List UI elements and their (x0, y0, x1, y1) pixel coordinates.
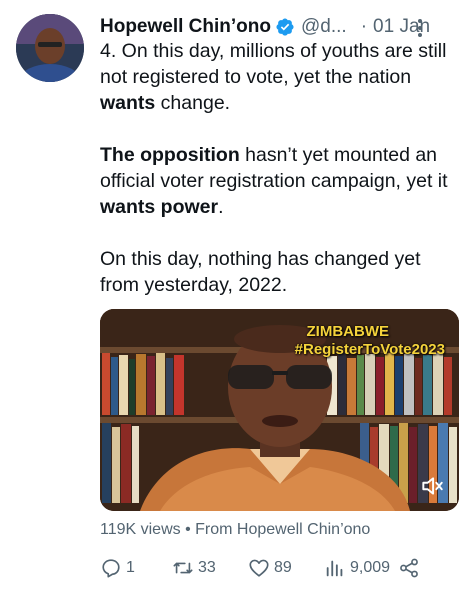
text-run: change. (155, 92, 231, 114)
retweet-icon (173, 562, 193, 574)
avatar[interactable] (16, 14, 84, 82)
tweet-text: 4. On this day, millions of youths are s… (100, 38, 460, 324)
tweet-header: Hopewell Chin’ono @d... · 01 Jan (100, 14, 430, 40)
retweet-button[interactable]: 33 (172, 554, 216, 582)
bold-text: The opposition (100, 144, 240, 166)
text-run: 4. On this day, millions of youths are s… (100, 40, 447, 88)
view-count: 9,009 (350, 559, 391, 576)
author-handle[interactable]: @d... (301, 16, 347, 38)
text-run: . (218, 196, 224, 218)
bold-text: wants power (100, 196, 219, 218)
reply-icon (102, 559, 120, 578)
author-name[interactable]: Hopewell Chin’ono (100, 16, 271, 38)
tweet[interactable]: Hopewell Chin’ono @d... · 01 Jan 4. On t… (0, 0, 474, 589)
like-button[interactable]: 89 (248, 554, 292, 582)
tweet-video[interactable]: ZIMBABWE #RegisterToVote2023 (100, 309, 459, 511)
share-button[interactable] (398, 554, 420, 582)
separator-dot: · (360, 16, 368, 37)
reply-count: 1 (126, 559, 135, 576)
tweet-paragraph: 4. On this day, millions of youths are s… (100, 38, 460, 116)
share-icon (400, 558, 418, 578)
more-options-icon[interactable] (408, 16, 432, 40)
text-run: On this day, nothing has changed yet fro… (100, 248, 421, 296)
reply-button[interactable]: 1 (100, 554, 135, 582)
views-attribution: 119K views • From Hopewell Chin’ono (100, 521, 371, 538)
tweet-paragraph: On this day, nothing has changed yet fro… (100, 246, 460, 298)
like-count: 89 (274, 559, 292, 576)
retweet-count: 33 (198, 559, 216, 576)
tweet-paragraph: The opposition hasn’t yet mounted an off… (100, 142, 460, 220)
analytics-bar-icon (326, 560, 343, 577)
video-overlay-title: ZIMBABWE (306, 323, 390, 340)
speaker-muted-icon[interactable] (419, 473, 445, 499)
verified-badge-icon (276, 18, 294, 36)
video-overlay-hashtag: #RegisterToVote2023 (294, 341, 445, 358)
action-bar: 1 33 89 9,009 (100, 554, 460, 582)
heart-icon (249, 559, 269, 577)
bold-text: wants (100, 92, 156, 114)
analytics-button[interactable]: 9,009 (324, 554, 390, 582)
